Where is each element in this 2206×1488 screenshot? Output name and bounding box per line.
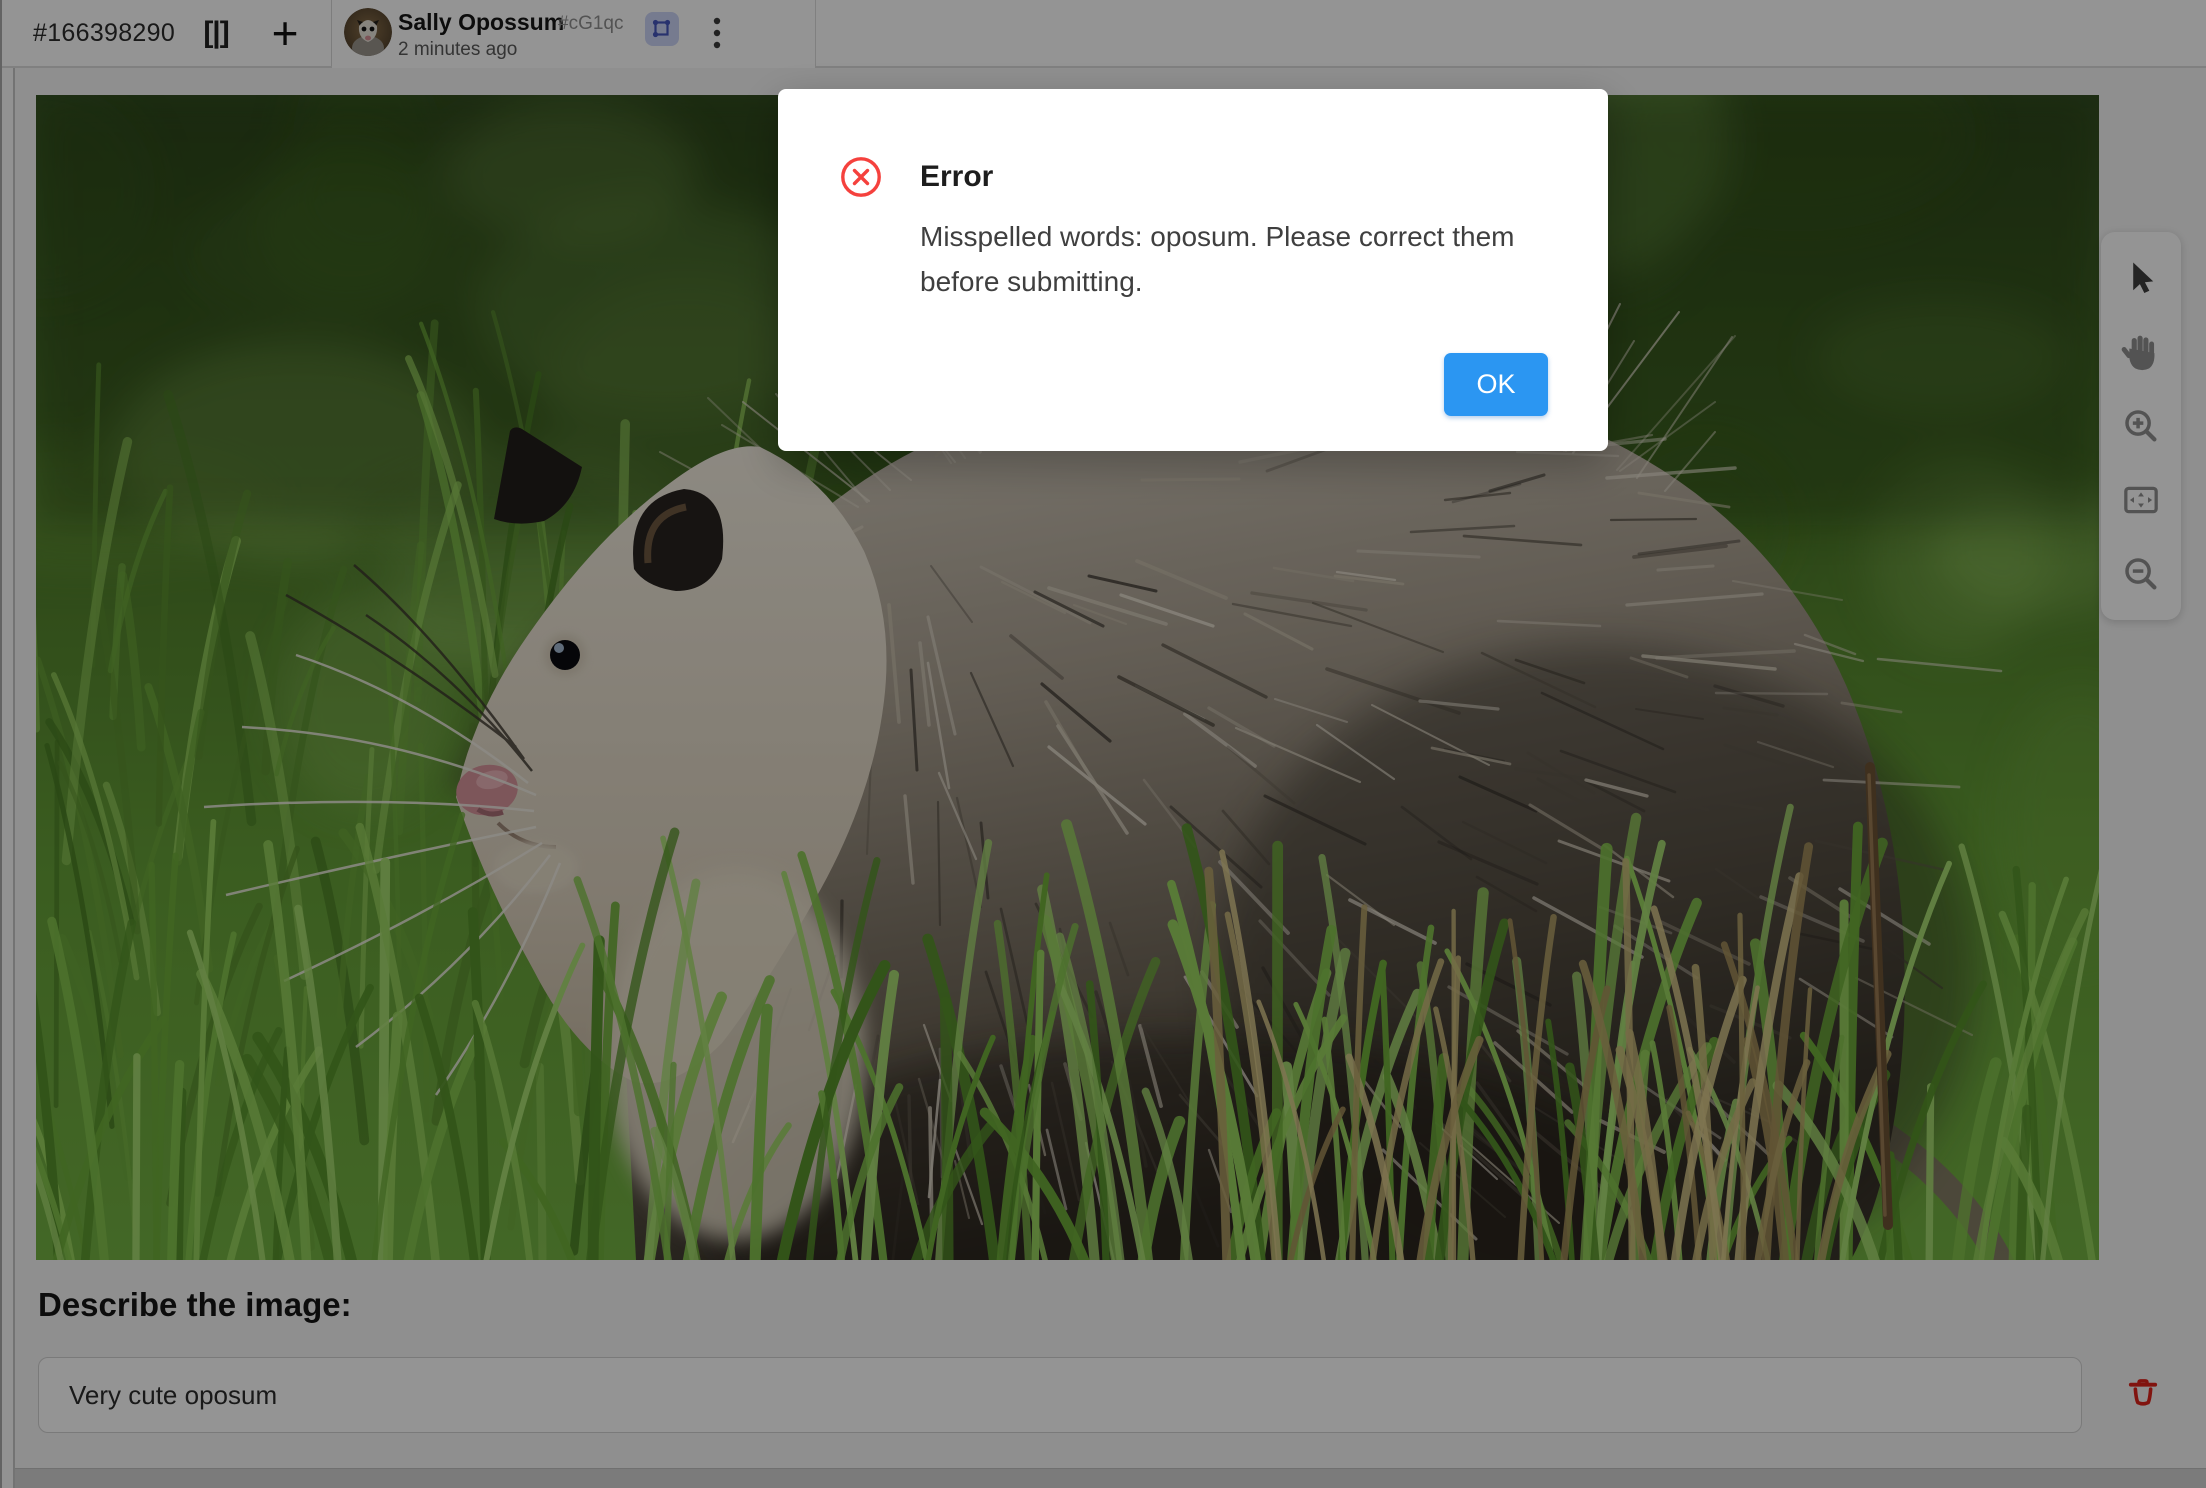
- ok-button[interactable]: OK: [1444, 353, 1548, 416]
- error-x-circle-icon: [840, 156, 882, 198]
- dialog-title: Error: [920, 155, 993, 199]
- dialog-message: Misspelled words: oposum. Please correct…: [920, 214, 1540, 304]
- error-dialog: Error Misspelled words: oposum. Please c…: [778, 89, 1608, 451]
- app-root: #166398290 [|] + Sally Opos: [0, 0, 2206, 1488]
